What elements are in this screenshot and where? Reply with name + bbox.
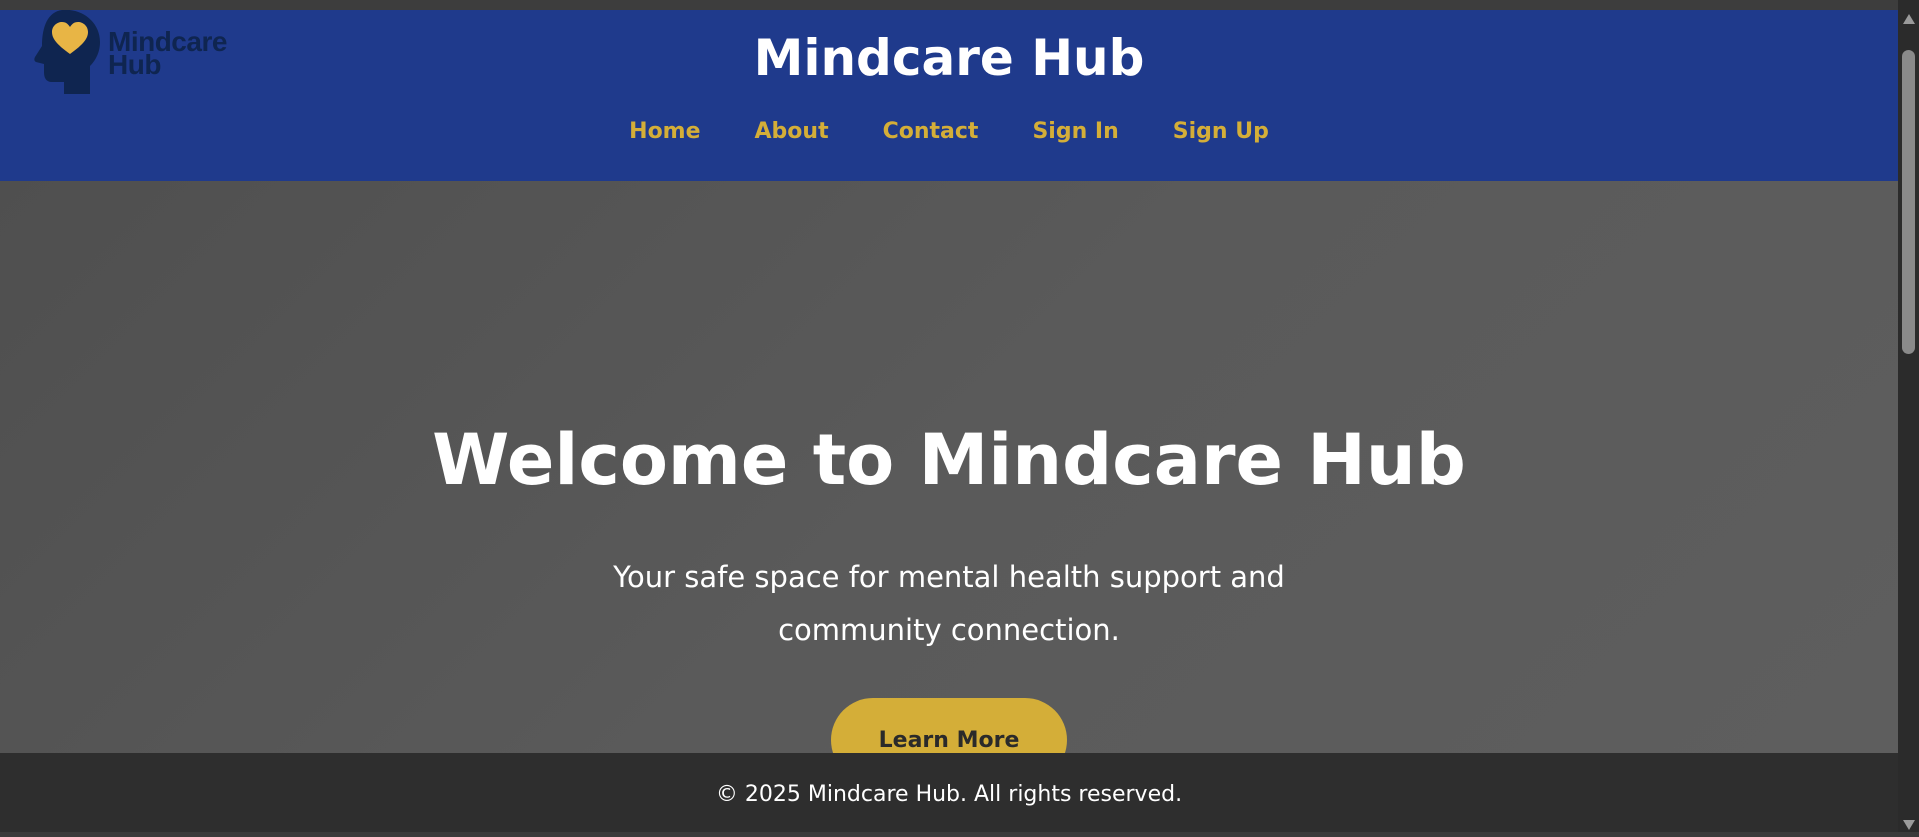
nav-sign-up[interactable]: Sign Up — [1173, 114, 1269, 150]
site-footer: © 2025 Mindcare Hub. All rights reserved… — [0, 753, 1898, 832]
nav-about[interactable]: About — [755, 114, 829, 150]
main-nav: Home About Contact Sign In Sign Up — [0, 114, 1898, 150]
nav-sign-in[interactable]: Sign In — [1032, 114, 1118, 150]
hero-subtitle: Your safe space for mental health suppor… — [613, 560, 1285, 647]
scroll-thumb[interactable] — [1902, 50, 1915, 354]
vertical-scrollbar[interactable] — [1898, 0, 1919, 832]
scroll-down-arrow-icon[interactable] — [1903, 820, 1915, 830]
nav-contact[interactable]: Contact — [883, 114, 979, 150]
hero-title: Welcome to Mindcare Hub — [432, 419, 1466, 501]
site-header: Mindcare Hub Mindcare Hub Home About Con… — [0, 10, 1898, 181]
footer-copyright: © 2025 Mindcare Hub. All rights reserved… — [715, 782, 1183, 807]
nav-home[interactable]: Home — [629, 114, 700, 150]
hero-section: Welcome to Mindcare Hub Your safe space … — [0, 181, 1898, 782]
scroll-up-arrow-icon[interactable] — [1903, 14, 1915, 24]
top-strip — [0, 0, 1898, 10]
site-title: Mindcare Hub — [753, 29, 1145, 87]
